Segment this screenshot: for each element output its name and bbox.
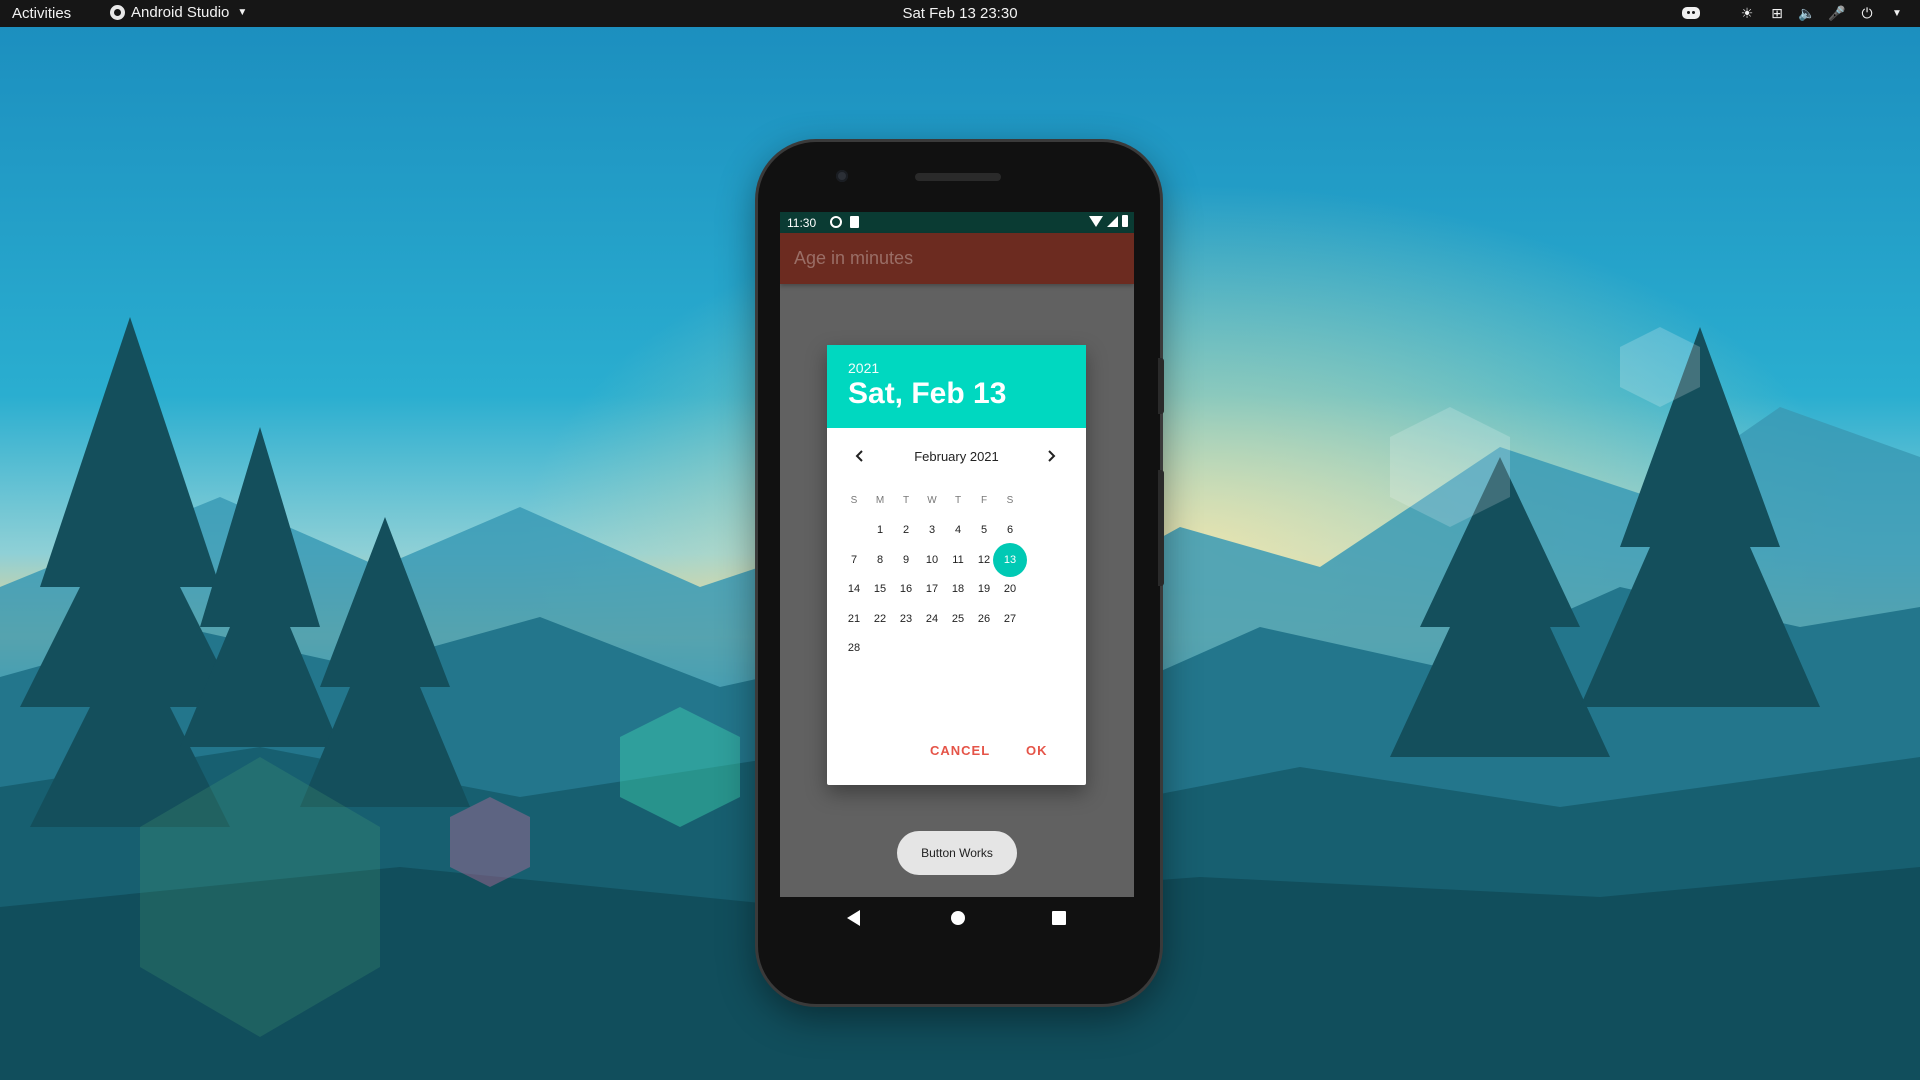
clock[interactable]: Sat Feb 13 23:30 — [902, 5, 1017, 22]
system-menu-caret-icon[interactable]: ▼ — [1888, 3, 1906, 23]
date-picker-dialog: 2021 Sat, Feb 13 February 2021 SMTWTFS12… — [827, 345, 1086, 785]
calendar-day[interactable]: 28 — [837, 631, 871, 665]
microphone-icon[interactable]: 🎤 — [1828, 3, 1846, 23]
recents-icon[interactable] — [1052, 911, 1066, 925]
wifi-icon — [1089, 215, 1103, 227]
status-time: 11:30 — [787, 216, 817, 230]
weekday-header: M — [875, 495, 885, 506]
network-icon[interactable]: ⊞ — [1768, 3, 1786, 23]
gnome-top-bar: Activities Android Studio ▼ Sat Feb 13 2… — [0, 0, 1920, 27]
signal-icon — [1107, 215, 1118, 227]
ok-button[interactable]: OK — [1026, 743, 1048, 758]
app-menu[interactable]: Android Studio ▼ — [110, 4, 247, 21]
power-icon[interactable]: ⏻ — [1858, 3, 1876, 23]
selected-date-heading[interactable]: Sat, Feb 13 — [848, 377, 1006, 411]
chevron-right-icon — [1048, 450, 1056, 462]
phone-power-button[interactable] — [1158, 358, 1164, 414]
date-picker-header: 2021 Sat, Feb 13 — [827, 345, 1086, 428]
caret-down-icon: ▼ — [237, 7, 248, 18]
app-menu-label: Android Studio — [131, 4, 230, 21]
android-studio-icon — [110, 5, 125, 20]
android-navigation-bar — [780, 897, 1134, 939]
phone-screen: 11:30 Age in minutes 2021 Sat, Feb 13 Fe… — [780, 212, 1134, 897]
next-month-button[interactable] — [1039, 444, 1063, 468]
weekday-header: W — [927, 495, 937, 506]
calendar-day[interactable]: 27 — [993, 602, 1027, 636]
battery-icon — [1122, 215, 1128, 227]
back-icon[interactable] — [847, 910, 860, 926]
calendar-day[interactable]: 20 — [993, 572, 1027, 606]
weekday-header: F — [980, 495, 988, 506]
data-saver-icon — [830, 216, 842, 228]
system-tray[interactable]: ☀ ⊞ 🔈 🎤 ⏻ ▼ — [1682, 3, 1906, 23]
weekday-header: T — [954, 495, 962, 506]
calendar-day[interactable]: 6 — [993, 513, 1027, 547]
home-icon[interactable] — [951, 911, 965, 925]
weekday-header: S — [1006, 495, 1014, 506]
year-selector[interactable]: 2021 — [848, 360, 879, 376]
earpiece-speaker — [915, 173, 1001, 181]
front-camera — [836, 170, 848, 182]
volume-icon[interactable]: 🔈 — [1798, 3, 1816, 23]
android-status-bar: 11:30 — [780, 212, 1134, 233]
app-toolbar: Age in minutes — [780, 233, 1134, 284]
brightness-icon[interactable]: ☀ — [1738, 3, 1756, 23]
app-title: Age in minutes — [794, 248, 914, 268]
phone-volume-button[interactable] — [1158, 470, 1164, 586]
sd-card-icon — [850, 216, 859, 228]
weekday-header: S — [850, 495, 858, 506]
toast-message: Button Works — [897, 831, 1017, 875]
discord-icon[interactable] — [1682, 7, 1700, 19]
weekday-header: T — [902, 495, 910, 506]
activities-button[interactable]: Activities — [12, 5, 71, 22]
cancel-button[interactable]: CANCEL — [930, 743, 990, 758]
